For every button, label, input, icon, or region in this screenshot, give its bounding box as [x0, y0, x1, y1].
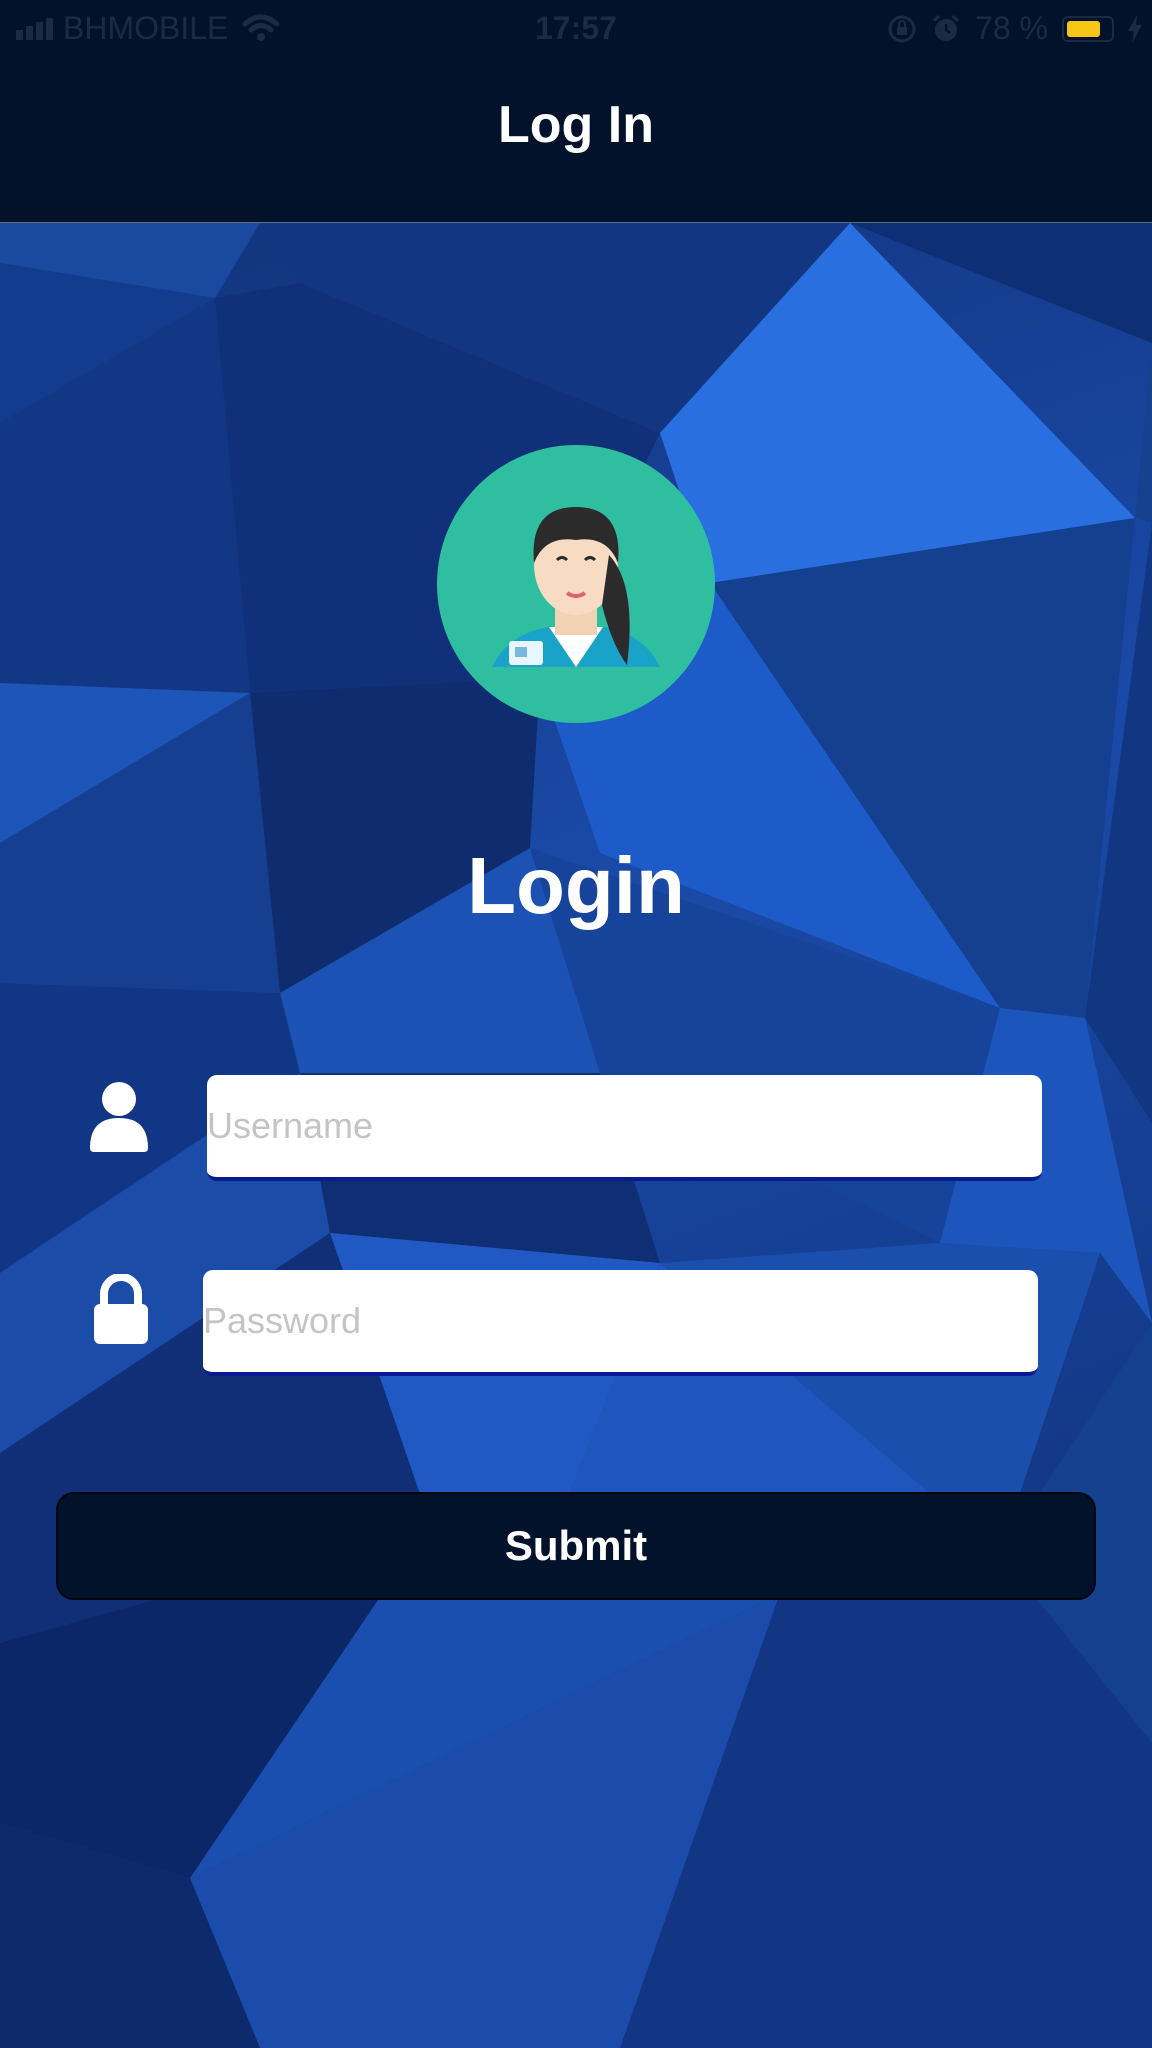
battery-icon — [1062, 15, 1114, 42]
alarm-icon — [933, 14, 960, 41]
charging-icon — [1128, 14, 1142, 43]
submit-button[interactable]: Submit — [56, 1492, 1096, 1600]
orientation-lock-icon — [888, 15, 916, 42]
login-heading: Login — [467, 841, 685, 930]
lock-icon — [94, 1274, 148, 1344]
username-input[interactable] — [207, 1075, 1042, 1181]
nav-bar: Log In — [0, 58, 1152, 223]
status-right: 78 % — [887, 10, 1142, 47]
battery-percentage: 78 % — [975, 10, 1048, 46]
password-input[interactable] — [203, 1270, 1038, 1376]
user-icon — [90, 1082, 148, 1152]
page-title: Log In — [498, 96, 654, 154]
battery-level-fill — [1067, 20, 1100, 37]
status-bar: BHMOBILE 17:57 78 % — [0, 0, 1152, 58]
female-user-avatar-icon — [437, 445, 715, 723]
